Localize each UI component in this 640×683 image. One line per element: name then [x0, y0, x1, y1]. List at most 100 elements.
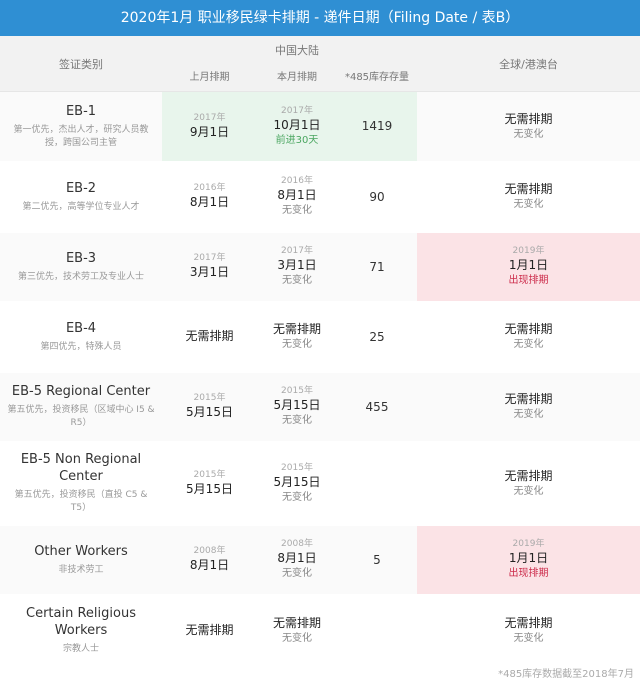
inventory-value: 90	[369, 189, 385, 204]
this-month-date: 8月1日	[277, 188, 317, 202]
category-name: EB-1	[65, 103, 97, 119]
global-cell: 无需排期 无变化	[417, 594, 640, 667]
table-row: EB-5 Non Regional Center 第五优先，投资移民（直投 C5 …	[0, 441, 640, 526]
visa-bulletin-table: 签证类别 上月排期 中国大陆 本月排期 *485库存存量 全球/港澳台 EB-1…	[0, 36, 640, 667]
inventory-cell: 71	[337, 231, 417, 303]
category-cell: EB-4 第四优先，特殊人员	[0, 301, 162, 373]
category-desc: 第五优先，投资移民（区域中心 I5 & R5）	[7, 405, 155, 428]
inventory-cell: 25	[337, 301, 417, 373]
table-header: 签证类别 上月排期 中国大陆 本月排期 *485库存存量 全球/港澳台	[0, 36, 640, 92]
this-month-date: 无需排期	[272, 322, 321, 336]
category-name: Certain Religious Workers	[26, 605, 136, 638]
category-desc: 第一优先，杰出人才，研究人员教授，跨国公司主管	[13, 124, 149, 148]
this-month-cell: 2015年 5月15日无变化	[257, 441, 337, 526]
last-month-year: 2016年	[193, 183, 226, 193]
last-month-cell: 2017年 3月1日	[162, 231, 257, 303]
this-month-date: 3月1日	[277, 258, 317, 272]
global-cell: 无需排期 无变化	[417, 371, 640, 443]
this-month-year: 2017年	[281, 105, 313, 116]
last-month-cell: 2016年 8月1日	[162, 161, 257, 233]
header-global: 全球/港澳台	[417, 36, 640, 92]
page-title: 2020年1月 职业移民绿卡排期 - 递件日期（Filing Date / 表B…	[0, 0, 640, 36]
global-date: 无需排期	[504, 111, 553, 126]
inventory-cell: 90	[337, 161, 417, 233]
this-month-status: 无变化	[282, 339, 312, 350]
inventory-cell	[337, 441, 417, 526]
table-row: Certain Religious Workers 宗教人士 无需排期 无需排期 无变化…	[0, 594, 640, 667]
last-month-cell: 无需排期	[162, 594, 257, 667]
category-cell: Other Workers 非技术劳工	[0, 524, 162, 596]
header-last-month: 上月排期	[189, 72, 230, 83]
this-month-status: 无变化	[282, 205, 312, 216]
global-cell: 无需排期 无变化	[417, 91, 640, 163]
global-status: 无变化	[513, 485, 544, 497]
global-status: 无变化	[513, 339, 544, 350]
category-cell: EB-2 第二优先，高等学位专业人才	[0, 161, 162, 233]
category-cell: EB-3 第三优先，技术劳工及专业人士	[0, 231, 162, 303]
table-row: EB-2 第二优先，高等学位专业人才 2016年 8月1日 2016年 8月1日 无变化 90…	[0, 161, 640, 233]
global-status: 无变化	[513, 199, 544, 210]
this-month-cell: 无需排期 无变化	[257, 301, 337, 373]
global-cell: 无需排期 无变化	[417, 441, 640, 526]
global-status: 出现排期	[508, 568, 549, 579]
global-date: 无需排期	[504, 182, 553, 196]
category-name: EB-5 Non Regional Center	[20, 452, 142, 484]
category-name: Other Workers	[34, 543, 128, 559]
table-row: EB-3 第三优先，技术劳工及专业人士 2017年 3月1日 2017年 3月1日 无变化 7…	[0, 231, 640, 303]
this-month-date: 5月15日	[273, 474, 321, 489]
global-date: 无需排期	[504, 392, 553, 406]
last-month-date: 9月1日	[189, 124, 230, 139]
global-cell: 2019年 1月1日出现排期	[417, 231, 640, 303]
category-name: EB-3	[65, 250, 97, 266]
this-month-cell: 2016年 8月1日 无变化	[257, 161, 337, 233]
global-cell: 无需排期 无变化	[417, 161, 640, 233]
category-desc: 第四优先，特殊人员	[40, 341, 122, 352]
this-month-year: 2015年	[281, 462, 313, 473]
this-month-year: 2008年	[281, 539, 313, 549]
table-row: EB-5 Regional Center 第五优先，投资移民（区域中心 I5 & …	[0, 371, 640, 443]
category-desc: 非技术劳工	[58, 564, 104, 575]
global-cell: 无需排期 无变化	[417, 301, 640, 373]
category-name: EB-4	[65, 320, 97, 336]
this-month-status: 无变化	[282, 491, 312, 503]
global-year: 2019年	[512, 246, 545, 256]
last-month-cell: 2017年 9月1日	[162, 91, 257, 163]
last-month-cell: 无需排期	[162, 301, 257, 373]
category-desc: 第二优先，高等学位专业人才	[22, 201, 140, 212]
footnote: *485库存数据截至2018年7月	[498, 669, 634, 680]
last-month-year: 2017年	[193, 112, 226, 123]
global-status: 出现排期	[508, 275, 549, 286]
last-month-year: 2015年	[193, 469, 226, 480]
last-month-date: 8月1日	[189, 195, 230, 209]
global-status: 无变化	[513, 409, 544, 420]
global-date: 无需排期	[504, 322, 553, 336]
last-month-date: 无需排期	[185, 622, 234, 637]
header-visa-type: 签证类别	[0, 36, 162, 92]
this-month-status: 无变化	[282, 415, 312, 426]
inventory-value: 5	[373, 552, 381, 567]
global-year: 2019年	[512, 539, 545, 549]
global-date: 1月1日	[508, 551, 549, 565]
last-month-cell: 2008年 8月1日	[162, 524, 257, 596]
inventory-value: 25	[369, 329, 385, 344]
this-month-date: 10月1日	[273, 117, 321, 132]
this-month-year: 2017年	[281, 246, 313, 256]
global-date: 1月1日	[508, 258, 549, 272]
inventory-cell: 1419	[337, 91, 417, 163]
category-desc: 第三优先，技术劳工及专业人士	[17, 271, 144, 282]
this-month-status: 无变化	[282, 632, 312, 644]
this-month-cell: 2015年 5月15日 无变化	[257, 371, 337, 443]
this-month-date: 8月1日	[277, 551, 317, 565]
this-month-status: 无变化	[282, 275, 312, 286]
header-inventory: *485库存存量	[344, 72, 410, 83]
this-month-cell: 2008年 8月1日无变化	[257, 524, 337, 596]
this-month-date: 5月15日	[273, 398, 321, 412]
global-cell: 2019年 1月1日出现排期	[417, 524, 640, 596]
inventory-value: 455	[365, 399, 389, 414]
this-month-status: 无变化	[282, 568, 312, 579]
this-month-date: 无需排期	[272, 615, 321, 630]
last-month-date: 8月1日	[189, 558, 230, 572]
this-month-cell: 2017年 10月1日 前进30天	[257, 91, 337, 163]
this-month-cell: 2017年 3月1日无变化	[257, 231, 337, 303]
this-month-cell: 无需排期 无变化	[257, 594, 337, 667]
